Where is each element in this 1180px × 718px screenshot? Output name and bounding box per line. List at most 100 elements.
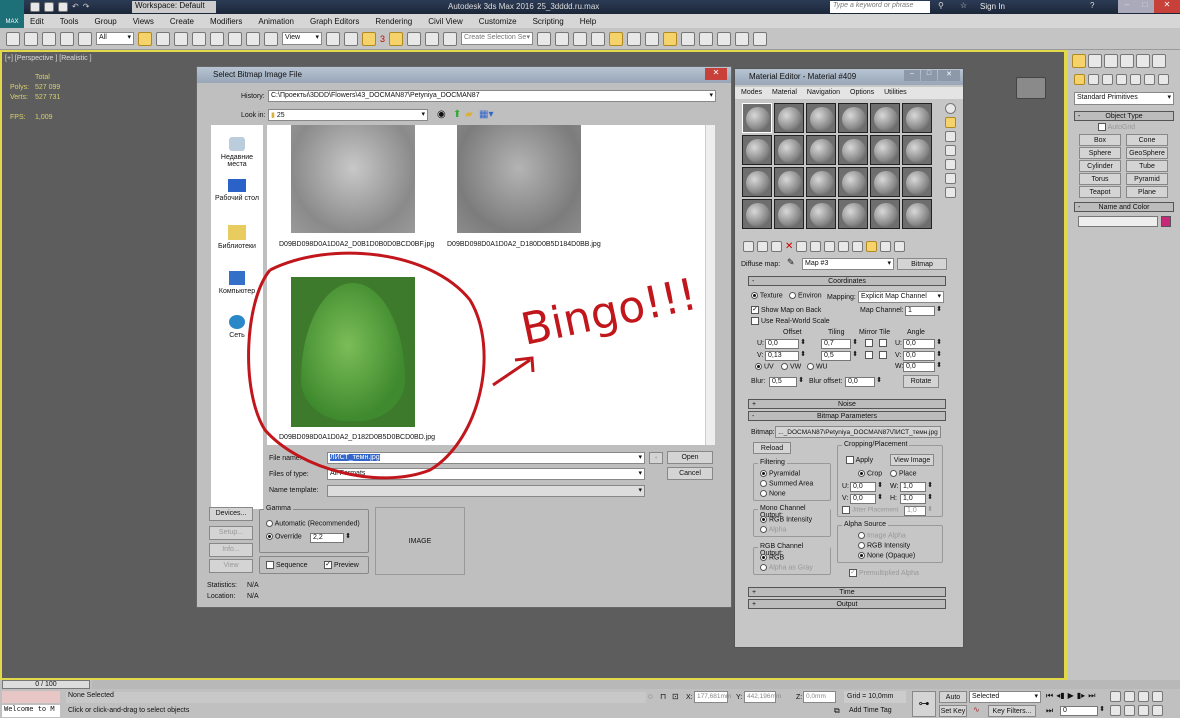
go-to-end-icon[interactable]: ⏭: [1088, 691, 1095, 701]
go-forward-sibling-icon[interactable]: [894, 241, 906, 252]
material-sample-slot[interactable]: [902, 199, 932, 229]
time-rollout[interactable]: + Time: [748, 587, 946, 597]
material-sample-slot[interactable]: [806, 135, 836, 165]
crop-v-spinner[interactable]: 0,0: [850, 494, 883, 504]
put-to-library-icon[interactable]: [824, 241, 836, 252]
none-radio[interactable]: None: [760, 490, 786, 497]
put-to-scene-icon[interactable]: [757, 241, 768, 252]
auto-key-button[interactable]: Auto Key: [939, 691, 967, 712]
get-material-icon[interactable]: [743, 241, 754, 252]
material-sample-slot[interactable]: [838, 167, 868, 197]
alpha-radio[interactable]: Alpha: [760, 526, 786, 533]
bitmap-parameters-rollout[interactable]: - Bitmap Parameters: [748, 411, 946, 421]
z-coordinate-field[interactable]: 0,0mm: [803, 691, 836, 703]
v-tiling-spinner[interactable]: 0,5: [821, 351, 858, 361]
pyramidal-radio[interactable]: Pyramidal: [760, 470, 800, 477]
bitmap-path-button[interactable]: ..._DOCMAN87\Petyniya_DOCMAN87\ЛИСТ_темн…: [775, 426, 941, 438]
sample-type-icon[interactable]: [945, 103, 956, 114]
current-frame-spinner[interactable]: 0: [1060, 706, 1105, 716]
crop-radio[interactable]: Crop: [858, 470, 882, 477]
add-time-tag-button[interactable]: Add Time Tag: [846, 705, 906, 717]
summed-area-radio[interactable]: Summed Area: [760, 480, 813, 487]
backlight-icon[interactable]: [945, 117, 956, 128]
jitter-placement-checkbox[interactable]: Jitter Placement: [842, 506, 898, 514]
assign-to-selection-icon[interactable]: [771, 241, 782, 252]
wu-radio[interactable]: WU: [807, 363, 828, 370]
field-of-view-icon[interactable]: [1110, 705, 1121, 716]
material-sample-slot[interactable]: [838, 103, 868, 133]
u-offset-spinner[interactable]: 0,0: [765, 339, 806, 349]
noise-rollout[interactable]: + Noise: [748, 399, 946, 409]
v-offset-spinner[interactable]: 0,13: [765, 351, 806, 361]
set-key-mode-icon[interactable]: ⊶: [912, 691, 936, 717]
maxscript-mini-listener[interactable]: [2, 691, 60, 703]
maxscript-output[interactable]: Welcome to M: [2, 705, 60, 717]
key-tangent-icon[interactable]: ∿: [973, 705, 980, 714]
isolate-icon[interactable]: ◌: [648, 692, 653, 701]
premultiplied-alpha-checkbox[interactable]: ✓ Premultiplied Alpha: [849, 569, 919, 577]
lock-selection-icon[interactable]: ⊓: [660, 692, 666, 701]
uv-tiling-icon[interactable]: [945, 145, 956, 156]
material-sample-slot[interactable]: [902, 135, 932, 165]
rgb-intensity-radio[interactable]: RGB Intensity: [760, 516, 812, 523]
material-sample-slot[interactable]: [870, 135, 900, 165]
crop-u-spinner[interactable]: 0,0: [850, 482, 883, 492]
me-close-button[interactable]: ✕: [938, 70, 960, 81]
go-to-parent-icon[interactable]: [880, 241, 892, 252]
material-sample-slot[interactable]: [742, 167, 772, 197]
material-sample-slot[interactable]: [806, 103, 836, 133]
crop-w-spinner[interactable]: 1,0: [900, 482, 933, 492]
map-type-button[interactable]: Bitmap: [897, 258, 947, 270]
orbit-icon[interactable]: [1138, 705, 1149, 716]
show-map-viewport-icon[interactable]: [852, 241, 864, 252]
rotate-button[interactable]: Rotate: [903, 375, 939, 388]
w-angle-spinner[interactable]: 0,0: [903, 362, 942, 372]
material-sample-slot[interactable]: [742, 103, 772, 133]
copy-material-icon[interactable]: [796, 241, 808, 252]
show-map-on-back-checkbox[interactable]: ✓ Show Map on Back: [751, 306, 821, 314]
blur-offset-spinner[interactable]: 0,0: [845, 377, 882, 387]
background-icon[interactable]: [945, 131, 956, 142]
place-radio[interactable]: Place: [890, 470, 916, 477]
uv-radio[interactable]: UV: [755, 363, 774, 370]
environ-radio[interactable]: Environ: [789, 292, 822, 299]
v-tile-checkbox[interactable]: [879, 351, 887, 359]
zoom-icon[interactable]: [1110, 691, 1121, 702]
video-color-check-icon[interactable]: [945, 159, 956, 170]
mapping-dropdown[interactable]: Explicit Map Channel: [858, 291, 944, 303]
material-sample-slot[interactable]: [742, 135, 772, 165]
pan-icon[interactable]: [1124, 705, 1135, 716]
time-slider[interactable]: 0 / 100: [2, 680, 90, 689]
u-tile-checkbox[interactable]: [879, 339, 887, 347]
material-sample-slot[interactable]: [870, 199, 900, 229]
coordinates-rollout[interactable]: - Coordinates: [748, 276, 946, 286]
material-sample-slot[interactable]: [774, 167, 804, 197]
alpha-rgb-intensity-radio[interactable]: RGB Intensity: [858, 542, 910, 549]
absolute-mode-icon[interactable]: ⊡: [672, 692, 679, 701]
eyedropper-icon[interactable]: ✎: [787, 257, 795, 268]
output-rollout[interactable]: + Output: [748, 599, 946, 609]
me-menu-utilities[interactable]: Utilities: [884, 87, 907, 99]
material-sample-slot[interactable]: [806, 199, 836, 229]
material-sample-slot[interactable]: [838, 199, 868, 229]
apply-checkbox[interactable]: Apply: [846, 456, 873, 464]
previous-frame-icon[interactable]: ◂▮: [1056, 691, 1064, 701]
alpha-as-gray-radio[interactable]: Alpha as Gray: [760, 564, 813, 571]
set-key-button[interactable]: Set Key: [939, 705, 967, 717]
material-sample-slot[interactable]: [902, 167, 932, 197]
image-alpha-radio[interactable]: Image Alpha: [858, 532, 906, 539]
material-sample-slot[interactable]: [870, 167, 900, 197]
real-world-scale-checkbox[interactable]: Use Real-World Scale: [751, 317, 830, 325]
me-menu-modes[interactable]: Modes: [741, 87, 762, 99]
v-mirror-checkbox[interactable]: [865, 351, 873, 359]
reload-button[interactable]: Reload: [753, 442, 791, 454]
play-icon[interactable]: ▶: [1068, 691, 1074, 701]
me-menu-navigation[interactable]: Navigation: [807, 87, 840, 99]
u-mirror-checkbox[interactable]: [865, 339, 873, 347]
texture-radio[interactable]: Texture: [751, 292, 783, 299]
u-angle-spinner[interactable]: 0,0: [903, 339, 942, 349]
app-logo[interactable]: MAX: [0, 0, 24, 28]
make-preview-icon[interactable]: [945, 173, 956, 184]
map-channel-spinner[interactable]: 1: [905, 306, 942, 316]
me-minimize-button[interactable]: –: [904, 70, 920, 81]
